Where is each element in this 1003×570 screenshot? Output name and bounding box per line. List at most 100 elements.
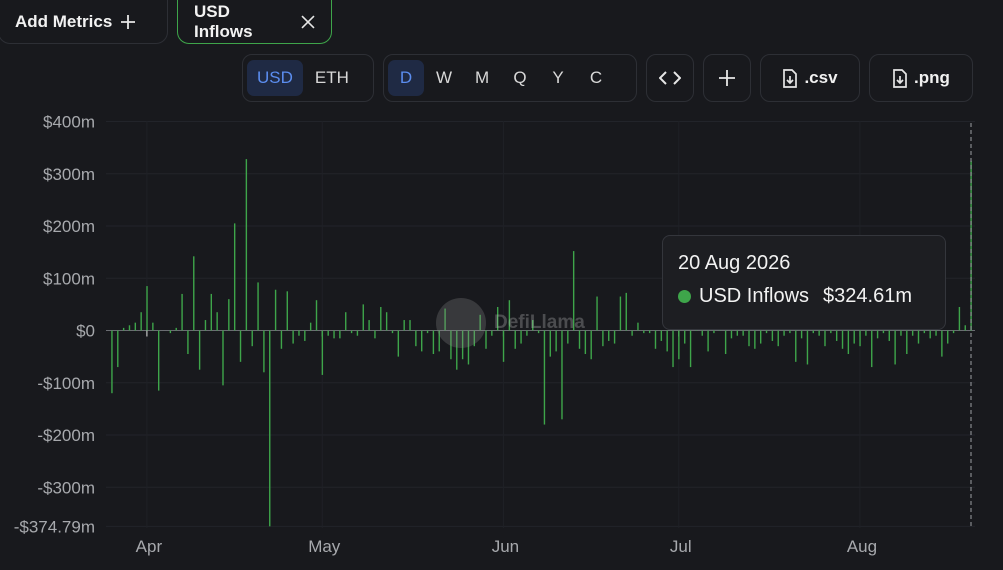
bar[interactable] bbox=[222, 330, 224, 386]
bar[interactable] bbox=[748, 330, 750, 347]
bar[interactable] bbox=[841, 330, 844, 349]
bar[interactable] bbox=[584, 330, 587, 355]
bar[interactable] bbox=[175, 327, 177, 331]
bar[interactable] bbox=[134, 322, 137, 331]
bar[interactable] bbox=[602, 330, 604, 347]
bar[interactable] bbox=[245, 159, 248, 331]
bar[interactable] bbox=[713, 330, 715, 334]
bar[interactable] bbox=[385, 312, 388, 331]
bar[interactable] bbox=[339, 330, 341, 339]
bar[interactable] bbox=[239, 330, 242, 362]
bar[interactable] bbox=[958, 306, 961, 331]
bar[interactable] bbox=[771, 330, 774, 341]
bar[interactable] bbox=[426, 330, 429, 334]
bar[interactable] bbox=[263, 330, 265, 373]
bar[interactable] bbox=[596, 296, 598, 331]
bar[interactable] bbox=[789, 330, 791, 334]
bar[interactable] bbox=[894, 330, 896, 365]
bar[interactable] bbox=[917, 330, 920, 344]
bar[interactable] bbox=[608, 330, 610, 341]
bar[interactable] bbox=[362, 304, 364, 331]
bar[interactable] bbox=[198, 330, 201, 370]
bar[interactable] bbox=[350, 330, 353, 334]
bar[interactable] bbox=[315, 300, 318, 331]
bar[interactable] bbox=[257, 282, 259, 331]
bar[interactable] bbox=[911, 330, 914, 336]
bar[interactable] bbox=[818, 330, 820, 336]
bar[interactable] bbox=[783, 330, 785, 336]
bar[interactable] bbox=[865, 330, 867, 336]
bar[interactable] bbox=[122, 327, 125, 331]
bar[interactable] bbox=[672, 330, 674, 368]
bar[interactable] bbox=[876, 330, 879, 339]
bar[interactable] bbox=[590, 330, 592, 360]
bar[interactable] bbox=[835, 330, 838, 341]
bar[interactable] bbox=[193, 256, 195, 331]
bar[interactable] bbox=[800, 330, 803, 339]
bar[interactable] bbox=[187, 330, 189, 355]
bar[interactable] bbox=[871, 330, 873, 368]
bar[interactable] bbox=[689, 330, 692, 368]
bar[interactable] bbox=[619, 296, 622, 331]
bar[interactable] bbox=[707, 330, 709, 352]
bar[interactable] bbox=[631, 330, 633, 336]
bar[interactable] bbox=[625, 292, 627, 331]
bar[interactable] bbox=[830, 330, 832, 334]
bar[interactable] bbox=[660, 330, 663, 341]
bar[interactable] bbox=[403, 320, 405, 331]
bar[interactable] bbox=[947, 330, 949, 344]
bar[interactable] bbox=[333, 330, 335, 339]
bar[interactable] bbox=[613, 330, 616, 344]
bar[interactable] bbox=[666, 330, 668, 352]
bar[interactable] bbox=[415, 330, 417, 347]
bar[interactable] bbox=[391, 330, 394, 334]
bar[interactable] bbox=[397, 330, 400, 357]
bar[interactable] bbox=[233, 223, 236, 331]
bar[interactable] bbox=[304, 330, 306, 341]
bar[interactable] bbox=[777, 330, 779, 347]
bar[interactable] bbox=[345, 312, 347, 331]
bar[interactable] bbox=[251, 330, 253, 347]
bar[interactable] bbox=[152, 322, 154, 331]
bar[interactable] bbox=[724, 330, 727, 355]
bar[interactable] bbox=[158, 330, 160, 391]
bar[interactable] bbox=[210, 293, 213, 331]
bar[interactable] bbox=[964, 325, 966, 331]
bar[interactable] bbox=[701, 330, 703, 336]
bar[interactable] bbox=[882, 330, 885, 334]
bar[interactable] bbox=[941, 330, 943, 357]
bar[interactable] bbox=[321, 330, 324, 375]
bar[interactable] bbox=[795, 330, 797, 362]
bar[interactable] bbox=[432, 330, 435, 355]
bar[interactable] bbox=[859, 330, 861, 347]
bar[interactable] bbox=[759, 330, 762, 344]
bar[interactable] bbox=[309, 322, 312, 331]
bar[interactable] bbox=[181, 293, 183, 331]
bar[interactable] bbox=[274, 289, 277, 331]
bar[interactable] bbox=[684, 330, 686, 344]
bar[interactable] bbox=[929, 330, 931, 339]
bar[interactable] bbox=[140, 312, 142, 331]
bar[interactable] bbox=[128, 325, 131, 331]
bar[interactable] bbox=[216, 312, 218, 331]
bar[interactable] bbox=[900, 330, 902, 336]
bar[interactable] bbox=[117, 330, 119, 368]
bar[interactable] bbox=[637, 322, 639, 331]
bar[interactable] bbox=[730, 330, 733, 339]
bar[interactable] bbox=[935, 330, 937, 336]
bar[interactable] bbox=[847, 330, 850, 355]
bar[interactable] bbox=[754, 330, 756, 349]
bar[interactable] bbox=[374, 330, 376, 339]
bar[interactable] bbox=[421, 330, 423, 352]
bar[interactable] bbox=[280, 330, 283, 349]
bar[interactable] bbox=[269, 330, 271, 527]
bar[interactable] bbox=[888, 330, 890, 341]
bar[interactable] bbox=[824, 330, 826, 347]
bar[interactable] bbox=[292, 330, 294, 344]
bar[interactable] bbox=[356, 330, 359, 336]
bar[interactable] bbox=[327, 330, 329, 336]
bar[interactable] bbox=[742, 330, 744, 336]
bar[interactable] bbox=[409, 320, 411, 331]
bar[interactable] bbox=[736, 330, 739, 336]
bar[interactable] bbox=[169, 330, 172, 334]
